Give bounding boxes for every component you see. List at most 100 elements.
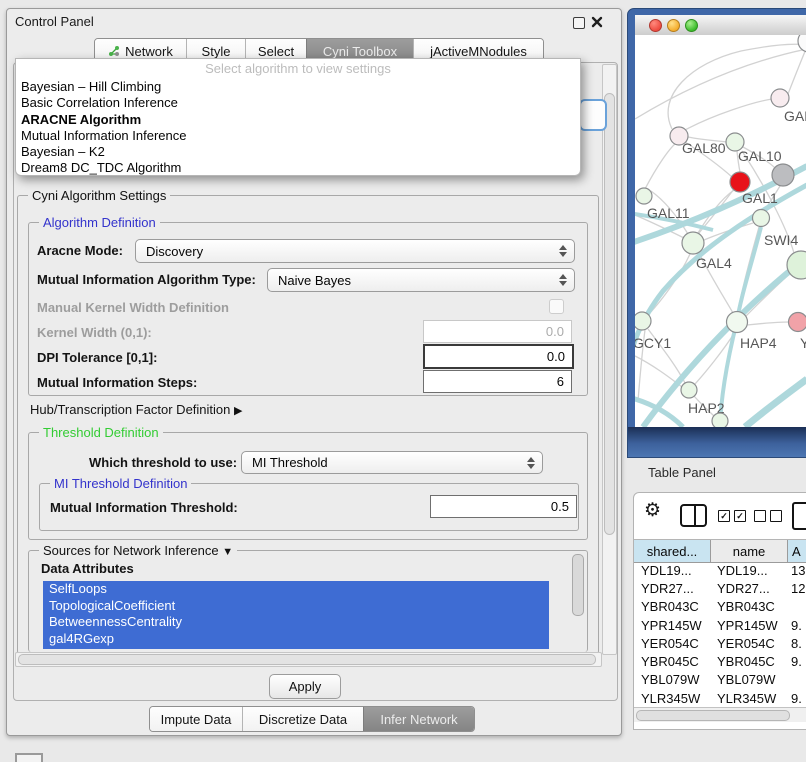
settings-horizontal-scrollbar[interactable] bbox=[15, 652, 602, 667]
data-attribute-item[interactable]: TopologicalCoefficient bbox=[43, 598, 549, 615]
mi-algorithm-type-select[interactable]: Naive Bayes bbox=[267, 268, 575, 292]
table-cell: YBR045C bbox=[634, 654, 710, 669]
kernel-width-field[interactable]: 0.0 bbox=[423, 320, 572, 343]
network-node[interactable] bbox=[635, 312, 651, 330]
selected-value: Discovery bbox=[146, 244, 203, 259]
float-window-icon[interactable] bbox=[573, 17, 585, 29]
table-panel: ⚙ ✓✓ shared...nameA YDL19...YDL19...13YD… bbox=[633, 492, 806, 730]
network-edge[interactable] bbox=[788, 49, 806, 94]
network-node[interactable] bbox=[772, 164, 794, 186]
table-cell: YDL19... bbox=[634, 563, 710, 578]
select-all-columns-icon[interactable]: ✓✓ bbox=[718, 510, 746, 522]
data-attributes-list[interactable]: SelfLoopsTopologicalCoefficientBetweenne… bbox=[43, 581, 549, 649]
network-edge[interactable] bbox=[685, 99, 772, 130]
algorithm-definition-group: Algorithm Definition Aracne Mode: Discov… bbox=[28, 222, 588, 396]
scrollbar-thumb[interactable] bbox=[604, 93, 615, 535]
selected-value: MI Threshold bbox=[252, 455, 328, 470]
split-columns-icon[interactable] bbox=[680, 504, 707, 527]
tab-infer-network[interactable]: Infer Network bbox=[363, 707, 474, 731]
algorithm-combo-fragment[interactable] bbox=[579, 99, 607, 131]
network-node[interactable] bbox=[681, 382, 697, 398]
network-edge[interactable] bbox=[745, 379, 806, 427]
table-row[interactable]: YBR045CYBR045C9. bbox=[634, 652, 806, 670]
export-table-icon[interactable] bbox=[792, 502, 806, 530]
algorithm-option[interactable]: Bayesian – K2 bbox=[16, 144, 580, 160]
network-node[interactable] bbox=[787, 251, 806, 279]
table-cell: 9. bbox=[786, 618, 806, 633]
network-node[interactable] bbox=[730, 172, 750, 192]
column-header[interactable]: name bbox=[711, 540, 788, 562]
network-node[interactable] bbox=[727, 312, 748, 333]
sources-toggle[interactable]: Sources for Network Inference ▼ bbox=[39, 543, 237, 558]
selected-value: Naive Bayes bbox=[278, 273, 351, 288]
apply-button[interactable]: Apply bbox=[269, 674, 341, 699]
table-row[interactable]: YLR345WYLR345W9. bbox=[634, 689, 806, 707]
attributes-scrollbar-thumb[interactable] bbox=[572, 554, 584, 616]
table-row[interactable]: YER054CYER054C8. bbox=[634, 634, 806, 652]
minimize-traffic-light-icon[interactable] bbox=[667, 19, 680, 32]
data-attribute-item[interactable]: gal4RGexp bbox=[43, 631, 549, 648]
node-label: SWI4 bbox=[764, 232, 798, 248]
network-node[interactable] bbox=[798, 35, 806, 52]
network-edge[interactable] bbox=[645, 143, 676, 189]
table-row[interactable]: YBL079WYBL079W bbox=[634, 671, 806, 689]
algorithm-option[interactable]: ARACNE Algorithm bbox=[16, 112, 580, 128]
algorithm-option[interactable]: Bayesian – Hill Climbing bbox=[16, 79, 580, 95]
tab-label: Network bbox=[125, 44, 173, 59]
zoom-traffic-light-icon[interactable] bbox=[685, 19, 698, 32]
network-node[interactable] bbox=[789, 313, 806, 332]
tab-discretize-data[interactable]: Discretize Data bbox=[242, 707, 363, 731]
table-cell: YER054C bbox=[710, 636, 786, 651]
mi-steps-field[interactable]: 6 bbox=[423, 370, 572, 393]
column-header[interactable]: shared... bbox=[634, 540, 711, 562]
aracne-mode-select[interactable]: Discovery bbox=[135, 239, 575, 263]
hub-definition-label: Hub/Transcription Factor Definition bbox=[30, 402, 230, 417]
table-row[interactable]: YDL19...YDL19...13 bbox=[634, 561, 806, 579]
network-canvas[interactable]: GALGAL80GAL10GAL1GAL11SWI4GAL4GCY1HAP4YH… bbox=[635, 35, 806, 427]
column-header[interactable]: A bbox=[788, 540, 806, 562]
scrollbar-thumb[interactable] bbox=[18, 654, 596, 665]
deselect-all-columns-icon[interactable] bbox=[754, 510, 782, 522]
which-threshold-select[interactable]: MI Threshold bbox=[241, 451, 543, 474]
kernel-width-label: Kernel Width (0,1): bbox=[37, 325, 152, 340]
gear-icon[interactable]: ⚙ bbox=[644, 499, 661, 522]
table-row[interactable]: YPR145WYPR145W9. bbox=[634, 616, 806, 634]
dpi-tolerance-label: DPI Tolerance [0,1]: bbox=[37, 350, 157, 365]
table-horizontal-scrollbar[interactable] bbox=[634, 707, 806, 722]
table-row[interactable]: YDR27...YDR27...12 bbox=[634, 579, 806, 597]
table-panel-title: Table Panel bbox=[648, 465, 716, 480]
close-traffic-light-icon[interactable] bbox=[649, 19, 662, 32]
network-node[interactable] bbox=[636, 188, 652, 204]
network-node[interactable] bbox=[712, 413, 728, 427]
network-window-titlebar[interactable] bbox=[635, 15, 806, 36]
dpi-tolerance-field[interactable]: 0.0 bbox=[423, 344, 574, 369]
table-body: YDL19...YDL19...13YDR27...YDR27...12YBR0… bbox=[634, 561, 806, 707]
table-cell: 8. bbox=[786, 636, 806, 651]
algorithm-option[interactable]: Mutual Information Inference bbox=[16, 128, 580, 144]
data-attribute-item[interactable]: BetweennessCentrality bbox=[43, 614, 549, 631]
data-attribute-item[interactable]: SelfLoops bbox=[43, 581, 549, 598]
node-label: GAL11 bbox=[647, 205, 690, 221]
network-node[interactable] bbox=[771, 89, 789, 107]
network-view-window: GALGAL80GAL10GAL1GAL11SWI4GAL4GCY1HAP4YH… bbox=[627, 8, 806, 458]
node-label: GAL10 bbox=[738, 148, 782, 164]
mi-threshold-field[interactable]: 0.5 bbox=[430, 495, 577, 518]
close-icon[interactable] bbox=[591, 16, 603, 28]
tab-impute-data[interactable]: Impute Data bbox=[150, 707, 242, 731]
stepper-arrows-icon bbox=[527, 457, 535, 469]
mi-steps-label: Mutual Information Steps: bbox=[37, 375, 197, 390]
algorithm-option[interactable]: Dream8 DC_TDC Algorithm bbox=[16, 160, 580, 176]
table-row[interactable]: YBR043CYBR043C bbox=[634, 598, 806, 616]
scrollbar-thumb[interactable] bbox=[636, 710, 790, 721]
settings-vertical-scrollbar[interactable] bbox=[602, 64, 617, 655]
network-edge[interactable] bbox=[635, 49, 806, 119]
network-node[interactable] bbox=[682, 232, 704, 254]
network-node[interactable] bbox=[753, 210, 770, 227]
manual-kernel-width-checkbox[interactable] bbox=[549, 299, 564, 314]
hub-definition-toggle[interactable]: Hub/Transcription Factor Definition ▶ bbox=[30, 402, 242, 417]
table-cell: 9. bbox=[786, 654, 806, 669]
minimized-panel-icon[interactable] bbox=[15, 753, 43, 762]
algorithm-option[interactable]: Basic Correlation Inference bbox=[16, 95, 580, 111]
network-edge[interactable] bbox=[747, 322, 789, 325]
tab-label: Cyni Toolbox bbox=[323, 44, 397, 59]
